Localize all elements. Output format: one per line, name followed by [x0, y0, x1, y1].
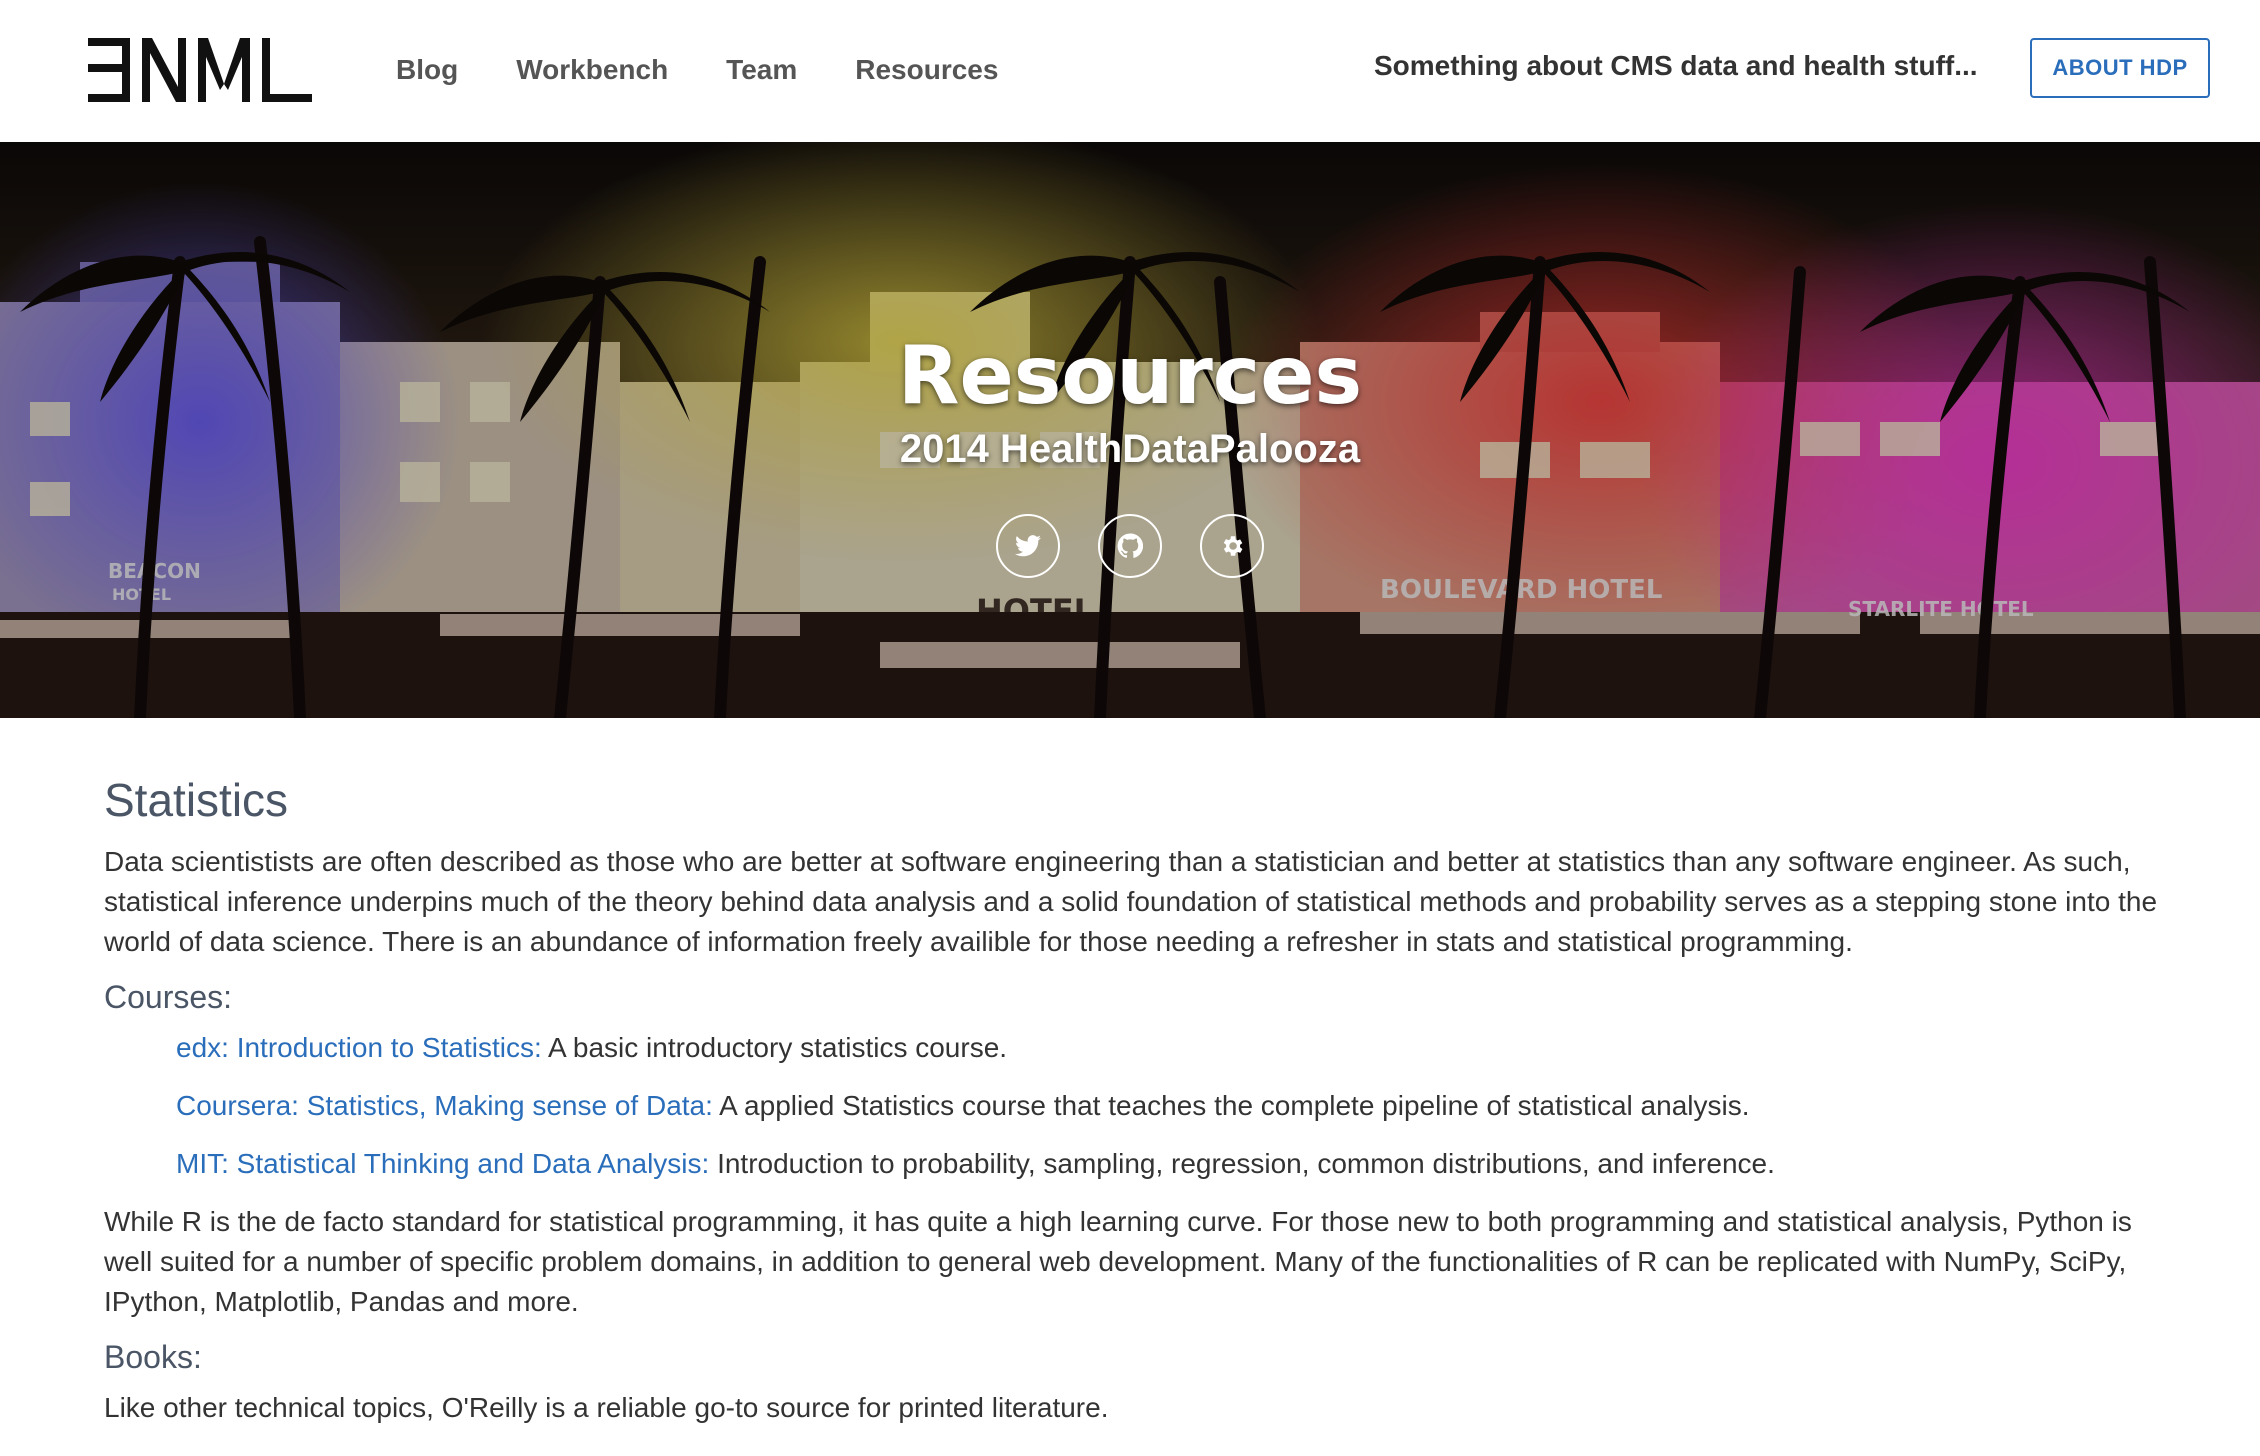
course-desc: A basic introductory statistics course.	[541, 1032, 1008, 1063]
nav-resources[interactable]: Resources	[855, 50, 998, 90]
site-tagline: Something about CMS data and health stuf…	[1374, 50, 1978, 81]
course-link-mit[interactable]: MIT: Statistical Thinking and Data Analy…	[176, 1148, 709, 1179]
section-title-statistics: Statistics	[104, 774, 289, 826]
course-desc: A applied Statistics course that teaches…	[712, 1090, 1750, 1121]
gear-icon[interactable]	[1200, 514, 1264, 578]
hero-title: Resources	[897, 329, 1363, 422]
course-desc: Introduction to probability, sampling, r…	[709, 1148, 1775, 1179]
nav-workbench[interactable]: Workbench	[516, 50, 668, 90]
logo-mark	[88, 38, 312, 102]
nav-blog[interactable]: Blog	[396, 50, 458, 90]
nav-team[interactable]: Team	[726, 50, 797, 90]
about-hdp-button[interactable]: ABOUT HDP	[2030, 38, 2210, 98]
course-link-edx[interactable]: edx: Introduction to Statistics:	[176, 1032, 542, 1063]
hero-social-icons	[0, 514, 2260, 578]
python-paragraph: While R is the de facto standard for sta…	[104, 1206, 2132, 1317]
site-logo[interactable]	[88, 38, 312, 102]
main-content: Statistics Data scientistists are often …	[104, 770, 2164, 1428]
statistics-intro: Data scientistists are often described a…	[104, 846, 2158, 957]
hero-banner: BEACON HOTEL HOTEL BOULEVARD HOTEL STARL…	[0, 142, 2260, 718]
books-heading: Books:	[104, 1339, 202, 1375]
books-paragraph: Like other technical topics, O'Reilly is…	[104, 1392, 1109, 1423]
github-icon[interactable]	[1098, 514, 1162, 578]
top-navbar: Blog Workbench Team Resources Something …	[0, 0, 2260, 142]
list-item: edx: Introduction to Statistics: A basic…	[176, 1028, 2164, 1068]
list-item: Coursera: Statistics, Making sense of Da…	[176, 1086, 2164, 1126]
courses-heading: Courses:	[104, 979, 233, 1015]
hero-subtitle: 2014 HealthDataPalooza	[899, 427, 1361, 471]
course-list: edx: Introduction to Statistics: A basic…	[176, 1028, 2164, 1184]
main-nav: Blog Workbench Team Resources	[396, 50, 1056, 90]
course-link-coursera[interactable]: Coursera: Statistics, Making sense of Da…	[176, 1090, 713, 1121]
list-item: MIT: Statistical Thinking and Data Analy…	[176, 1144, 2164, 1184]
twitter-icon[interactable]	[996, 514, 1060, 578]
